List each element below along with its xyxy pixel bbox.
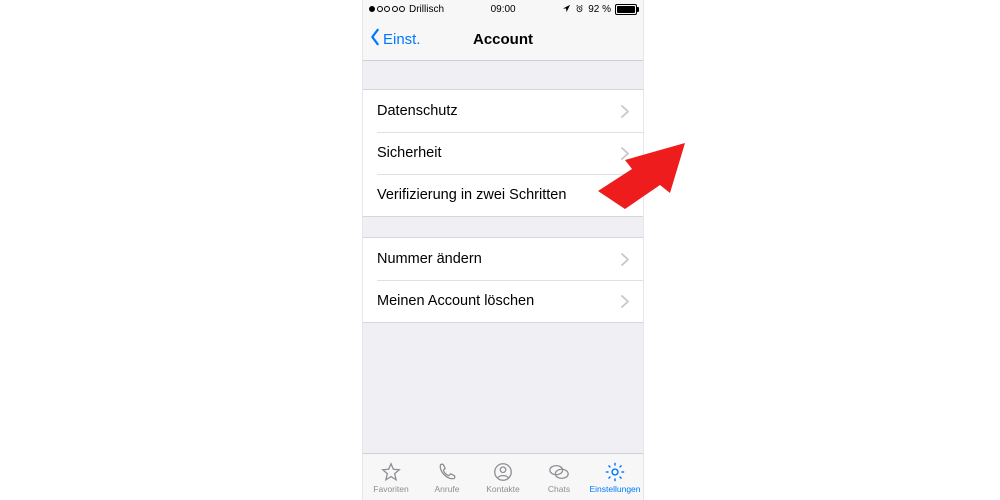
alarm-icon [575, 4, 584, 15]
location-icon [562, 4, 571, 15]
chat-icon [548, 461, 570, 483]
tab-calls[interactable]: Anrufe [419, 454, 475, 500]
signal-strength-icon [369, 6, 405, 12]
phone-screen: Drillisch 09:00 92 % Einst. [362, 0, 644, 500]
tab-favorites[interactable]: Favoriten [363, 454, 419, 500]
battery-pct-label: 92 % [588, 4, 611, 15]
chevron-left-icon [369, 28, 381, 50]
tab-label: Einstellungen [589, 484, 640, 494]
cell-label: Meinen Account löschen [377, 293, 534, 309]
chevron-right-icon [621, 189, 629, 202]
carrier-label: Drillisch [409, 4, 444, 15]
cell-label: Datenschutz [377, 103, 458, 119]
gear-icon [604, 461, 626, 483]
status-bar: Drillisch 09:00 92 % [363, 0, 643, 18]
battery-icon [615, 4, 637, 15]
page-title: Account [473, 31, 533, 48]
cell-label: Nummer ändern [377, 251, 482, 267]
chevron-right-icon [621, 295, 629, 308]
tab-contacts[interactable]: Kontakte [475, 454, 531, 500]
tab-label: Favoriten [373, 484, 408, 494]
settings-group-2: Nummer ändern Meinen Account löschen [363, 237, 643, 323]
chevron-right-icon [621, 147, 629, 160]
back-button[interactable]: Einst. [369, 18, 421, 60]
back-button-label: Einst. [383, 31, 421, 48]
chevron-right-icon [621, 253, 629, 266]
settings-group-1: Datenschutz Sicherheit Verifizierung in … [363, 89, 643, 217]
tab-chats[interactable]: Chats [531, 454, 587, 500]
cell-verifizierung[interactable]: Verifizierung in zwei Schritten [363, 174, 643, 216]
cell-nummer-aendern[interactable]: Nummer ändern [363, 238, 643, 280]
tab-label: Chats [548, 484, 570, 494]
tab-settings[interactable]: Einstellungen [587, 454, 643, 500]
navigation-bar: Einst. Account [363, 18, 643, 61]
clock-label: 09:00 [491, 4, 516, 15]
cell-label: Sicherheit [377, 145, 441, 161]
cell-sicherheit[interactable]: Sicherheit [363, 132, 643, 174]
content-area: Datenschutz Sicherheit Verifizierung in … [363, 61, 643, 453]
phone-icon [436, 461, 458, 483]
tab-label: Anrufe [434, 484, 459, 494]
cell-account-loeschen[interactable]: Meinen Account löschen [363, 280, 643, 322]
contact-icon [492, 461, 514, 483]
cell-label: Verifizierung in zwei Schritten [377, 187, 566, 203]
cell-datenschutz[interactable]: Datenschutz [363, 90, 643, 132]
star-icon [380, 461, 402, 483]
tab-bar: Favoriten Anrufe Kontakte Chats [363, 453, 643, 500]
chevron-right-icon [621, 105, 629, 118]
tab-label: Kontakte [486, 484, 520, 494]
